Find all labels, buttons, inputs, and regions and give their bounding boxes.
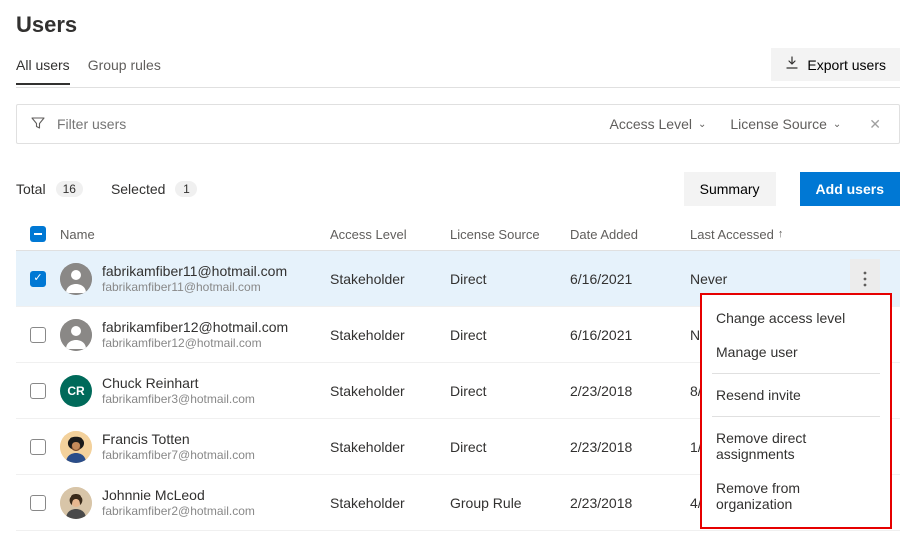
- access-level-cell: Stakeholder: [330, 383, 450, 399]
- chevron-down-icon: ⌄: [698, 119, 706, 130]
- menu-item-remove-direct-assignments[interactable]: Remove direct assignments: [702, 421, 890, 471]
- license-source-cell: Group Rule: [450, 495, 570, 511]
- sort-ascending-icon: ↑: [778, 228, 784, 240]
- access-level-dropdown-label: Access Level: [609, 116, 691, 132]
- license-source-cell: Direct: [450, 383, 570, 399]
- export-users-button[interactable]: Export users: [771, 48, 900, 81]
- table-header: Name Access Level License Source Date Ad…: [16, 220, 900, 251]
- total-count-badge: 16: [56, 181, 83, 197]
- selected-count-badge: 1: [175, 181, 197, 197]
- user-name: Francis Totten: [102, 431, 255, 448]
- access-level-cell: Stakeholder: [330, 327, 450, 343]
- user-email: fabrikamfiber2@hotmail.com: [102, 504, 255, 518]
- page-title: Users: [16, 12, 900, 38]
- table-row[interactable]: ✓ fabrikamfiber11@hotmail.comfabrikamfibe…: [16, 251, 900, 307]
- download-icon: [785, 56, 799, 73]
- license-source-dropdown[interactable]: License Source ⌄: [730, 116, 841, 132]
- column-access-level[interactable]: Access Level: [330, 227, 450, 242]
- avatar: [60, 263, 92, 295]
- select-all-checkbox[interactable]: [30, 226, 46, 242]
- column-last-accessed[interactable]: Last Accessed ↑: [690, 227, 850, 242]
- row-checkbox[interactable]: [30, 383, 46, 399]
- license-source-cell: Direct: [450, 327, 570, 343]
- last-accessed-cell: Never: [690, 271, 850, 287]
- avatar: [60, 487, 92, 519]
- user-email: fabrikamfiber11@hotmail.com: [102, 280, 287, 294]
- context-menu: Change access levelManage user Resend inv…: [700, 293, 892, 529]
- filter-icon: [31, 116, 45, 133]
- user-email: fabrikamfiber3@hotmail.com: [102, 392, 255, 406]
- avatar: [60, 431, 92, 463]
- date-added-cell: 2/23/2018: [570, 495, 690, 511]
- total-label: Total: [16, 181, 46, 197]
- row-checkbox[interactable]: [30, 327, 46, 343]
- access-level-cell: Stakeholder: [330, 439, 450, 455]
- menu-separator: [712, 416, 880, 417]
- menu-item-manage-user[interactable]: Manage user: [702, 335, 890, 369]
- date-added-cell: 2/23/2018: [570, 383, 690, 399]
- user-name: Chuck Reinhart: [102, 375, 255, 392]
- tab-all-users[interactable]: All users: [16, 51, 70, 85]
- summary-button[interactable]: Summary: [684, 172, 776, 206]
- date-added-cell: 6/16/2021: [570, 327, 690, 343]
- clear-filter-icon[interactable]: ✕: [865, 116, 885, 133]
- license-source-dropdown-label: License Source: [730, 116, 827, 132]
- access-level-cell: Stakeholder: [330, 495, 450, 511]
- user-email: fabrikamfiber7@hotmail.com: [102, 448, 255, 462]
- export-users-label: Export users: [807, 57, 886, 73]
- tab-group-rules[interactable]: Group rules: [88, 51, 161, 84]
- chevron-down-icon: ⌄: [833, 119, 841, 130]
- user-email: fabrikamfiber12@hotmail.com: [102, 336, 288, 350]
- add-users-button[interactable]: Add users: [800, 172, 900, 206]
- row-checkbox[interactable]: [30, 439, 46, 455]
- filter-users-input[interactable]: [55, 115, 599, 133]
- avatar: CR: [60, 375, 92, 407]
- avatar: [60, 319, 92, 351]
- access-level-cell: Stakeholder: [330, 271, 450, 287]
- menu-item-resend-invite[interactable]: Resend invite: [702, 378, 890, 412]
- license-source-cell: Direct: [450, 271, 570, 287]
- date-added-cell: 6/16/2021: [570, 271, 690, 287]
- column-date-added[interactable]: Date Added: [570, 227, 690, 242]
- column-license-source[interactable]: License Source: [450, 227, 570, 242]
- column-name[interactable]: Name: [60, 227, 330, 242]
- access-level-dropdown[interactable]: Access Level ⌄: [609, 116, 706, 132]
- kebab-icon: [863, 271, 867, 287]
- user-name: fabrikamfiber12@hotmail.com: [102, 319, 288, 336]
- row-checkbox[interactable]: ✓: [30, 271, 46, 287]
- menu-item-remove-from-organization[interactable]: Remove from organization: [702, 471, 890, 521]
- user-name: fabrikamfiber11@hotmail.com: [102, 263, 287, 280]
- selected-label: Selected: [111, 181, 165, 197]
- date-added-cell: 2/23/2018: [570, 439, 690, 455]
- license-source-cell: Direct: [450, 439, 570, 455]
- row-checkbox[interactable]: [30, 495, 46, 511]
- menu-item-change-access-level[interactable]: Change access level: [702, 301, 890, 335]
- filter-bar: Access Level ⌄ License Source ⌄ ✕: [16, 104, 900, 144]
- user-name: Johnnie McLeod: [102, 487, 255, 504]
- menu-separator: [712, 373, 880, 374]
